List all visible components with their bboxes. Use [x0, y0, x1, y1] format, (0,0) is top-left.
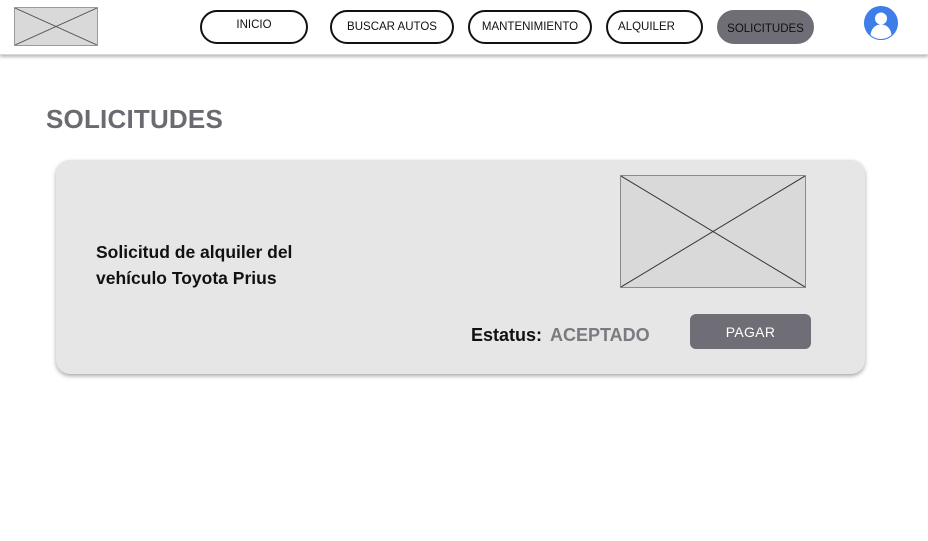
request-card: Solicitud de alquiler del vehículo Toyot… [56, 160, 865, 374]
request-description: Solicitud de alquiler del vehículo Toyot… [96, 242, 293, 288]
nav-solicitudes-label: SOLICITUDES [727, 23, 804, 35]
vehicle-image-placeholder-icon [620, 175, 806, 288]
nav-solicitudes-button[interactable]: SOLICITUDES [717, 10, 814, 44]
logo-placeholder-icon [14, 7, 98, 46]
top-navbar: INICIO BUSCAR AUTOS MANTENIMIENTO ALQUIL… [0, 0, 928, 55]
nav-inicio-label: INICIO [236, 19, 272, 31]
pay-button-label: PAGAR [725, 323, 776, 340]
nav-alquiler-label: ALQUILER [618, 21, 675, 33]
nav-buscar-autos-button[interactable]: BUSCAR AUTOS [330, 10, 454, 44]
nav-alquiler-button[interactable]: ALQUILER [606, 10, 703, 44]
pay-button[interactable]: PAGAR [690, 314, 811, 349]
nav-mantenimiento-button[interactable]: MANTENIMIENTO [468, 10, 592, 44]
status-value: ACEPTADO [550, 325, 650, 345]
nav-buscar-autos-label: BUSCAR AUTOS [347, 21, 437, 33]
user-avatar-icon[interactable] [864, 6, 898, 40]
nav-mantenimiento-label: MANTENIMIENTO [481, 21, 579, 33]
status-label: Estatus: [471, 325, 543, 345]
nav-inicio-button[interactable]: INICIO [200, 10, 308, 44]
page-title: SOLICITUDES [46, 104, 223, 134]
